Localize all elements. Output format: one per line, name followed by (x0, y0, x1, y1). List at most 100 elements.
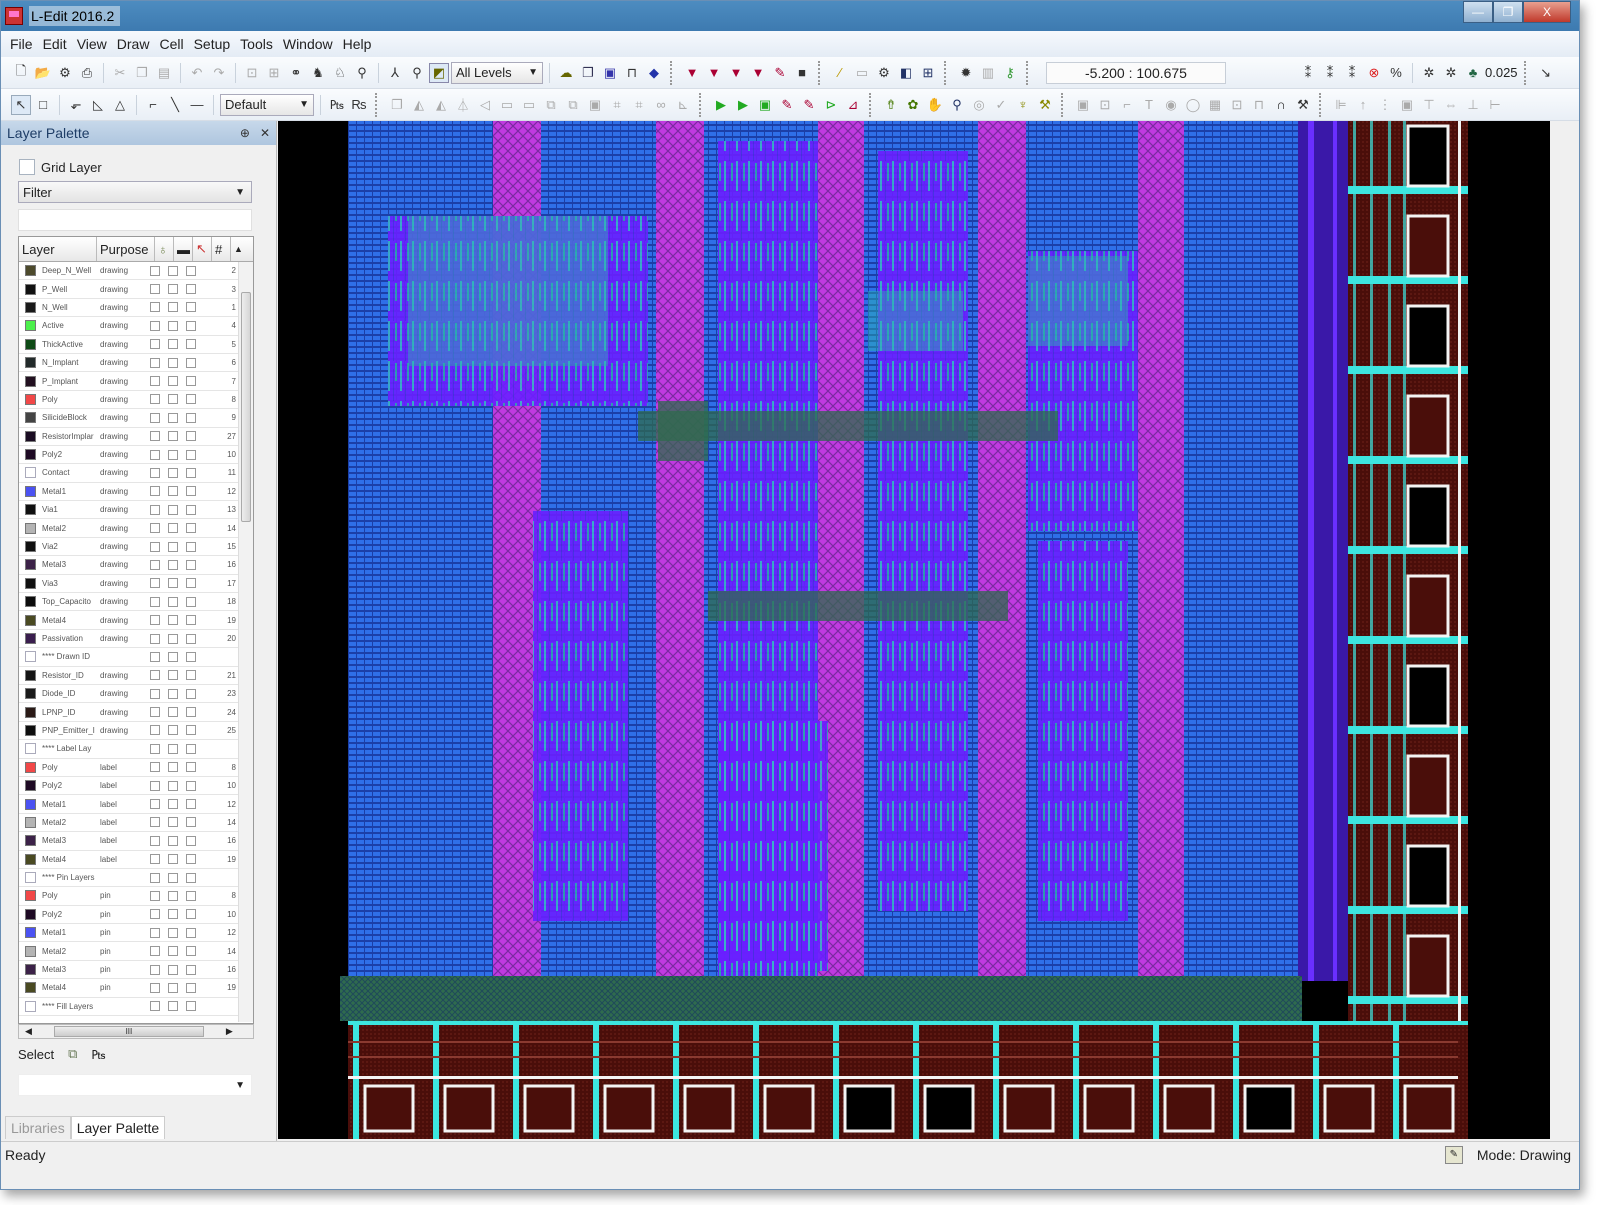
layer-swatch[interactable] (25, 651, 36, 663)
lock-checkbox[interactable] (168, 394, 178, 405)
layer-swatch[interactable] (25, 853, 36, 865)
lock-checkbox[interactable] (168, 265, 178, 276)
settings-icon[interactable]: ✹ (956, 63, 976, 83)
hide-checkbox[interactable] (150, 872, 160, 883)
navigate-up-icon[interactable]: ⇮ (881, 95, 901, 115)
lock-checkbox[interactable] (168, 835, 178, 846)
drc-icon[interactable]: ▼ (682, 63, 702, 83)
chain-icon[interactable]: ∞ (651, 95, 671, 115)
hide-checkbox[interactable] (150, 284, 160, 295)
hide-checkbox[interactable] (150, 762, 160, 773)
level-select[interactable]: All Levels ▼ (451, 61, 543, 84)
array-icon[interactable]: ▦ (1205, 95, 1225, 115)
hide-checkbox[interactable] (150, 578, 160, 589)
layer-swatch[interactable] (25, 504, 36, 516)
layer-row[interactable]: Poly drawing 8 (19, 391, 239, 410)
rectangle-icon[interactable]: □ (33, 95, 53, 115)
layer-swatch[interactable] (25, 541, 36, 553)
layer-swatch[interactable] (25, 835, 36, 847)
select-checkbox[interactable] (186, 357, 196, 368)
hide-checkbox[interactable] (150, 946, 160, 957)
drc-box-icon[interactable]: ▣ (755, 95, 775, 115)
select-checkbox[interactable] (186, 725, 196, 736)
layer-swatch[interactable] (25, 633, 36, 644)
maximize-button[interactable]: ❐ (1493, 1, 1523, 23)
lock-checkbox[interactable] (168, 302, 178, 313)
layer-swatch[interactable] (25, 412, 36, 424)
layer-swatch[interactable] (25, 1000, 36, 1012)
layer-row[interactable]: Metal1 pin 12 (19, 924, 239, 943)
dfm-icon[interactable]: ▼ (748, 63, 768, 83)
select-checkbox[interactable] (186, 927, 196, 938)
hide-checkbox[interactable] (150, 890, 160, 901)
select-checkbox[interactable] (186, 854, 196, 865)
filter-input[interactable] (18, 209, 252, 231)
lock-checkbox[interactable] (168, 725, 178, 736)
select-checkbox[interactable] (186, 339, 196, 350)
space-icon[interactable]: ▣ (1397, 95, 1417, 115)
rotate-icon[interactable]: ◭ (409, 95, 429, 115)
port-icon[interactable]: ₧ (327, 95, 347, 115)
layer-row[interactable]: Poly2 pin 10 (19, 906, 239, 925)
select-checkbox[interactable] (186, 504, 196, 515)
hide-checkbox[interactable] (150, 909, 160, 920)
select-checkbox[interactable] (186, 449, 196, 460)
drawing-mode-icon[interactable]: ✎ (1444, 1145, 1463, 1164)
find-icon[interactable]: ♞ (308, 63, 328, 83)
lock-checkbox[interactable] (168, 284, 178, 295)
layer-row[interactable]: PNP_Emitter_I drawing 25 (19, 722, 239, 741)
lock-checkbox[interactable] (168, 486, 178, 497)
polygon-icon[interactable]: ⬐ (66, 95, 86, 115)
vscroll-thumb[interactable] (241, 292, 251, 522)
lock-checkbox[interactable] (168, 909, 178, 920)
layer-row[interactable]: Deep_N_Well drawing 2 (19, 262, 239, 281)
select-checkbox[interactable] (186, 890, 196, 901)
lock-checkbox[interactable] (168, 927, 178, 938)
menu-setup[interactable]: Setup (189, 36, 236, 52)
hide-checkbox[interactable] (150, 1001, 160, 1012)
select-checkbox[interactable] (186, 633, 196, 644)
netlist-icon[interactable]: ⊳ (821, 95, 841, 115)
select-checkbox[interactable] (186, 486, 196, 497)
select-checkbox[interactable] (186, 743, 196, 754)
lock-checkbox[interactable] (168, 890, 178, 901)
select-checkbox[interactable] (186, 541, 196, 552)
layer-row[interactable]: Top_Capacito drawing 18 (19, 593, 239, 612)
layer-row[interactable]: ResistorImplar drawing 27 (19, 428, 239, 446)
select-checkbox[interactable] (186, 835, 196, 846)
hide-checkbox[interactable] (150, 504, 160, 515)
lock-checkbox[interactable] (168, 431, 178, 442)
layer-row[interactable]: P_Implant drawing 7 (19, 372, 239, 391)
layer-swatch[interactable] (25, 393, 36, 405)
hide-checkbox[interactable] (150, 982, 160, 993)
hide-checkbox[interactable] (150, 541, 160, 552)
lock-checkbox[interactable] (168, 1001, 178, 1012)
lock-checkbox[interactable] (168, 651, 178, 662)
magnet-icon[interactable]: ∩ (1271, 95, 1291, 115)
layer-icon[interactable]: ◩ (429, 62, 449, 83)
layer-row[interactable]: SilicideBlock drawing 9 (19, 409, 239, 428)
layer-swatch[interactable] (25, 761, 36, 773)
hide-checkbox[interactable] (150, 486, 160, 497)
menu-help[interactable]: Help (338, 36, 377, 52)
close-button[interactable]: X (1523, 1, 1571, 23)
distribute-icon[interactable]: ⌗ (629, 95, 649, 115)
open-folder-icon[interactable]: 📂 (33, 63, 53, 83)
layer-swatch[interactable] (25, 375, 36, 387)
hide-checkbox[interactable] (150, 376, 160, 387)
layer-swatch[interactable] (25, 890, 36, 902)
layer-row[interactable]: Metal4 drawing 19 (19, 611, 239, 630)
hide-checkbox[interactable] (150, 817, 160, 828)
group-icon[interactable]: ▣ (585, 95, 605, 115)
compare-icon[interactable]: ✎ (799, 95, 819, 115)
save-all-icon[interactable]: ⚙ (55, 63, 75, 83)
library-icon[interactable]: ◆ (644, 63, 664, 83)
layer-swatch[interactable] (25, 724, 36, 736)
layer-row[interactable]: Poly label 8 (19, 759, 239, 777)
lock-checkbox[interactable] (168, 412, 178, 423)
select-checkbox[interactable] (186, 431, 196, 442)
select-checkbox[interactable] (186, 946, 196, 957)
lock-checkbox[interactable] (168, 780, 178, 791)
undo-icon[interactable]: ↶ (187, 63, 207, 83)
cell-copy-icon[interactable]: ❐ (578, 63, 598, 83)
